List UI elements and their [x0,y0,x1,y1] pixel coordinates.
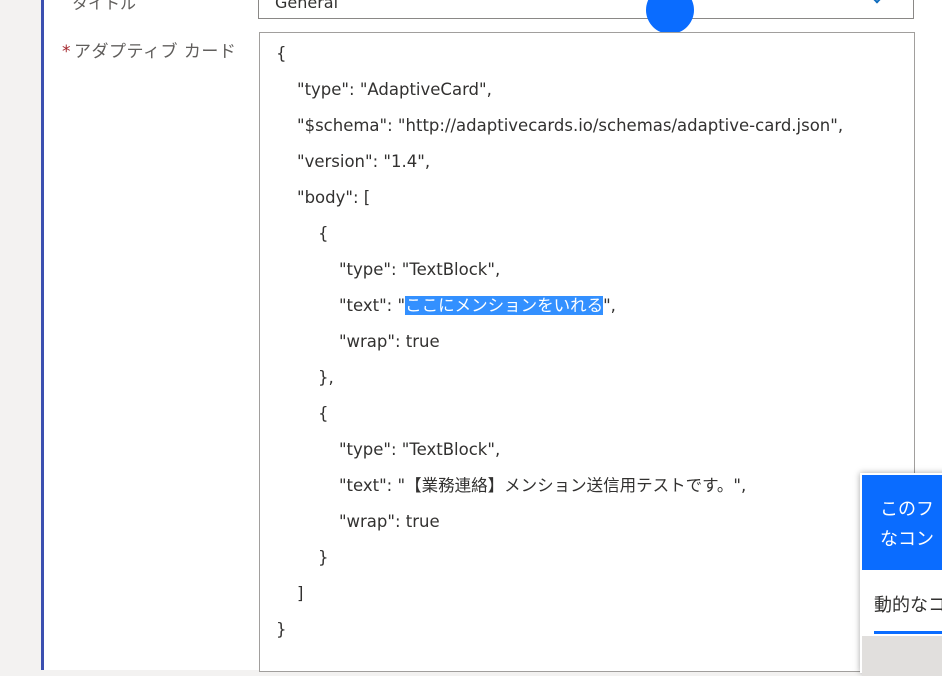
title-field-label: タイトル [72,0,137,13]
dynamic-content-panel: このフ なコン 動的なコ [860,473,942,676]
code-line: { [276,404,329,423]
panel-header-line1: このフ [880,499,934,520]
chevron-down-icon [868,0,886,4]
code-line: } [276,548,329,567]
code-line-suffix: ", [603,296,616,315]
active-tab-indicator [874,631,942,634]
required-mark: * [62,42,71,62]
title-select[interactable]: General [258,0,914,19]
adaptive-card-field-label: * アダプティブ カード [62,37,236,62]
title-select-value: General [275,0,339,12]
code-line: "text": "【業務連絡】メンション送信用テストです。", [276,476,747,495]
selected-text[interactable]: ここにメンションをいれる [405,296,604,315]
code-line: "body": [ [276,188,371,207]
code-line: "version": "1.4", [276,152,431,171]
code-line-prefix: "text": " [276,296,406,315]
code-line-selected: "text": "ここにメンションをいれる", [276,295,616,317]
adaptive-card-json-editor[interactable]: { "type": "AdaptiveCard", "$schema": "ht… [259,32,915,672]
code-line: "type": "TextBlock", [276,260,501,279]
code-line: "wrap": true [276,332,440,351]
panel-header-line2: なコン [880,529,934,550]
code-line: "type": "AdaptiveCard", [276,80,492,99]
code-line: }, [276,368,334,387]
code-line: ] [276,584,304,603]
dynamic-content-header: このフ なコン [862,475,942,570]
code-line: } [276,620,287,639]
adaptive-card-label-text: アダプティブ カード [74,42,237,62]
tab-dynamic-content[interactable]: 動的なコ [874,591,942,617]
panel-search-area [862,636,942,676]
code-line: { [276,224,329,243]
code-line: "type": "TextBlock", [276,440,501,459]
code-line: "$schema": "http://adaptivecards.io/sche… [276,116,844,135]
code-line: "wrap": true [276,512,440,531]
code-line: { [276,44,287,63]
